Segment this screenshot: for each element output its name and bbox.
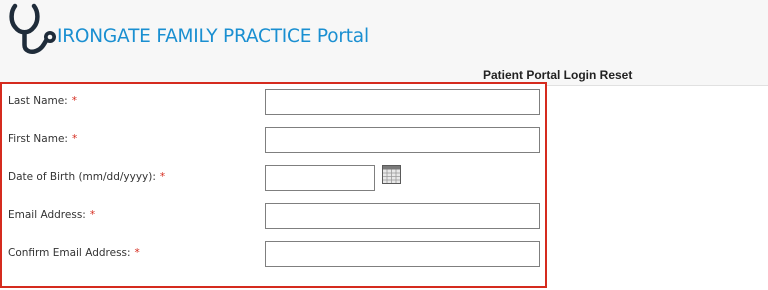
date-of-birth-label: Date of Birth (mm/dd/yyyy): * [8,171,166,183]
page-heading: Patient Portal Login Reset [483,68,633,82]
required-marker: * [71,95,77,107]
first-name-label: First Name: * [8,133,78,145]
stethoscope-icon [9,3,56,54]
email-label: Email Address: * [8,209,96,221]
date-of-birth-row: Date of Birth (mm/dd/yyyy): * [2,165,545,193]
calendar-icon [382,165,401,184]
email-input[interactable] [265,203,540,229]
confirm-email-row: Confirm Email Address: * [2,241,545,269]
required-marker: * [159,171,166,183]
calendar-button[interactable] [382,165,401,184]
confirm-email-input[interactable] [265,241,540,267]
required-marker: * [71,133,78,145]
first-name-row: First Name: * [2,127,545,155]
last-name-label: Last Name: * [8,95,77,107]
first-name-input[interactable] [265,127,540,153]
brand-title: IRONGATE FAMILY PRACTICE Portal [57,26,369,47]
header: IRONGATE FAMILY PRACTICE Portal Patient … [0,0,768,86]
confirm-email-label: Confirm Email Address: * [8,247,140,259]
required-marker: * [134,247,140,259]
email-row: Email Address: * [2,203,545,231]
date-of-birth-input[interactable] [265,165,375,191]
last-name-row: Last Name: * [2,89,545,117]
required-marker: * [89,209,96,221]
login-reset-form: Last Name: * First Name: * Date of Birth (… [0,82,547,288]
last-name-input[interactable] [265,89,540,115]
